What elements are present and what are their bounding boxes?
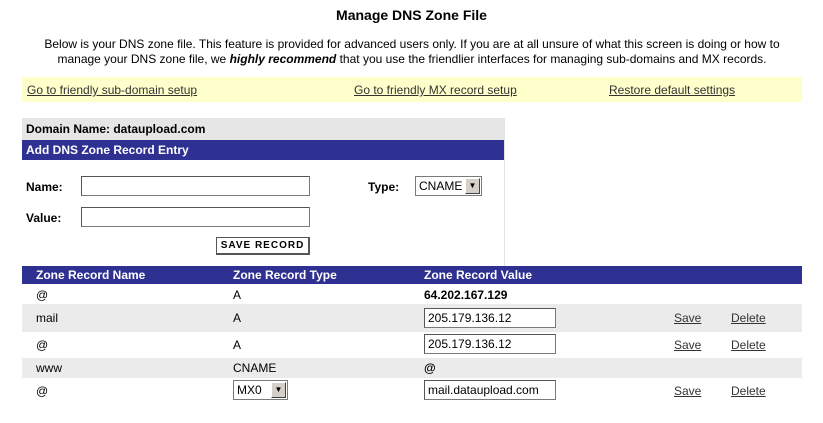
table-row: @ A 64.202.167.129 (22, 284, 802, 304)
name-input[interactable] (81, 176, 310, 196)
save-link[interactable]: Save (674, 311, 701, 325)
record-value: 64.202.167.129 (424, 288, 508, 302)
record-type-select[interactable]: MX0 ▼ (233, 380, 288, 400)
record-value: @ (424, 361, 436, 375)
intro-emphasis: highly recommend (229, 52, 337, 66)
add-record-header: Add DNS Zone Record Entry (22, 140, 504, 160)
type-select-value: CNAME (419, 179, 463, 193)
zone-table-header: Zone Record Name Zone Record Type Zone R… (22, 266, 802, 284)
record-value-input[interactable] (424, 334, 556, 354)
record-name: mail (36, 311, 59, 325)
mx-record-setup-link[interactable]: Go to friendly MX record setup (354, 83, 517, 97)
record-type: A (233, 311, 242, 325)
link-bar: Go to friendly sub-domain setup Go to fr… (22, 77, 802, 102)
table-row: www CNAME @ (22, 358, 802, 378)
record-value-input[interactable] (424, 308, 556, 328)
save-link[interactable]: Save (674, 384, 701, 398)
delete-link[interactable]: Delete (731, 338, 766, 352)
record-value-input[interactable] (424, 380, 556, 400)
column-header-value: Zone Record Value (424, 268, 533, 282)
type-select[interactable]: CNAME ▼ (415, 176, 482, 196)
record-type: A (233, 288, 242, 302)
delete-link[interactable]: Delete (731, 384, 766, 398)
chevron-down-icon[interactable]: ▼ (465, 178, 480, 194)
intro-part2: that you use the friendlier interfaces f… (336, 52, 767, 66)
record-name: @ (36, 384, 49, 398)
record-name: @ (36, 338, 49, 352)
name-label: Name: (26, 180, 63, 194)
domain-name-label: Domain Name: dataupload.com (22, 118, 504, 140)
column-header-name: Zone Record Name (36, 268, 146, 282)
column-header-type: Zone Record Type (233, 268, 337, 282)
record-type-select-value: MX0 (237, 383, 262, 397)
value-label: Value: (26, 211, 62, 225)
add-record-panel: Domain Name: dataupload.com Add DNS Zone… (22, 118, 505, 266)
table-row: @ MX0 ▼ Save Delete (22, 378, 802, 404)
chevron-down-icon[interactable]: ▼ (271, 382, 286, 398)
record-name: www (36, 361, 62, 375)
table-row: @ A Save Delete (22, 332, 802, 358)
subdomain-setup-link[interactable]: Go to friendly sub-domain setup (27, 83, 197, 97)
type-label: Type: (368, 180, 400, 194)
table-row: mail A Save Delete (22, 304, 802, 332)
save-link[interactable]: Save (674, 338, 701, 352)
value-input[interactable] (81, 207, 310, 227)
restore-defaults-link[interactable]: Restore default settings (609, 83, 735, 97)
page-title: Manage DNS Zone File (336, 7, 487, 23)
record-type: CNAME (233, 361, 277, 375)
delete-link[interactable]: Delete (731, 311, 766, 325)
intro-text: Below is your DNS zone file. This featur… (22, 37, 802, 67)
save-record-button[interactable]: SAVE RECORD (216, 237, 310, 255)
record-name: @ (36, 288, 49, 302)
record-type: A (233, 338, 242, 352)
